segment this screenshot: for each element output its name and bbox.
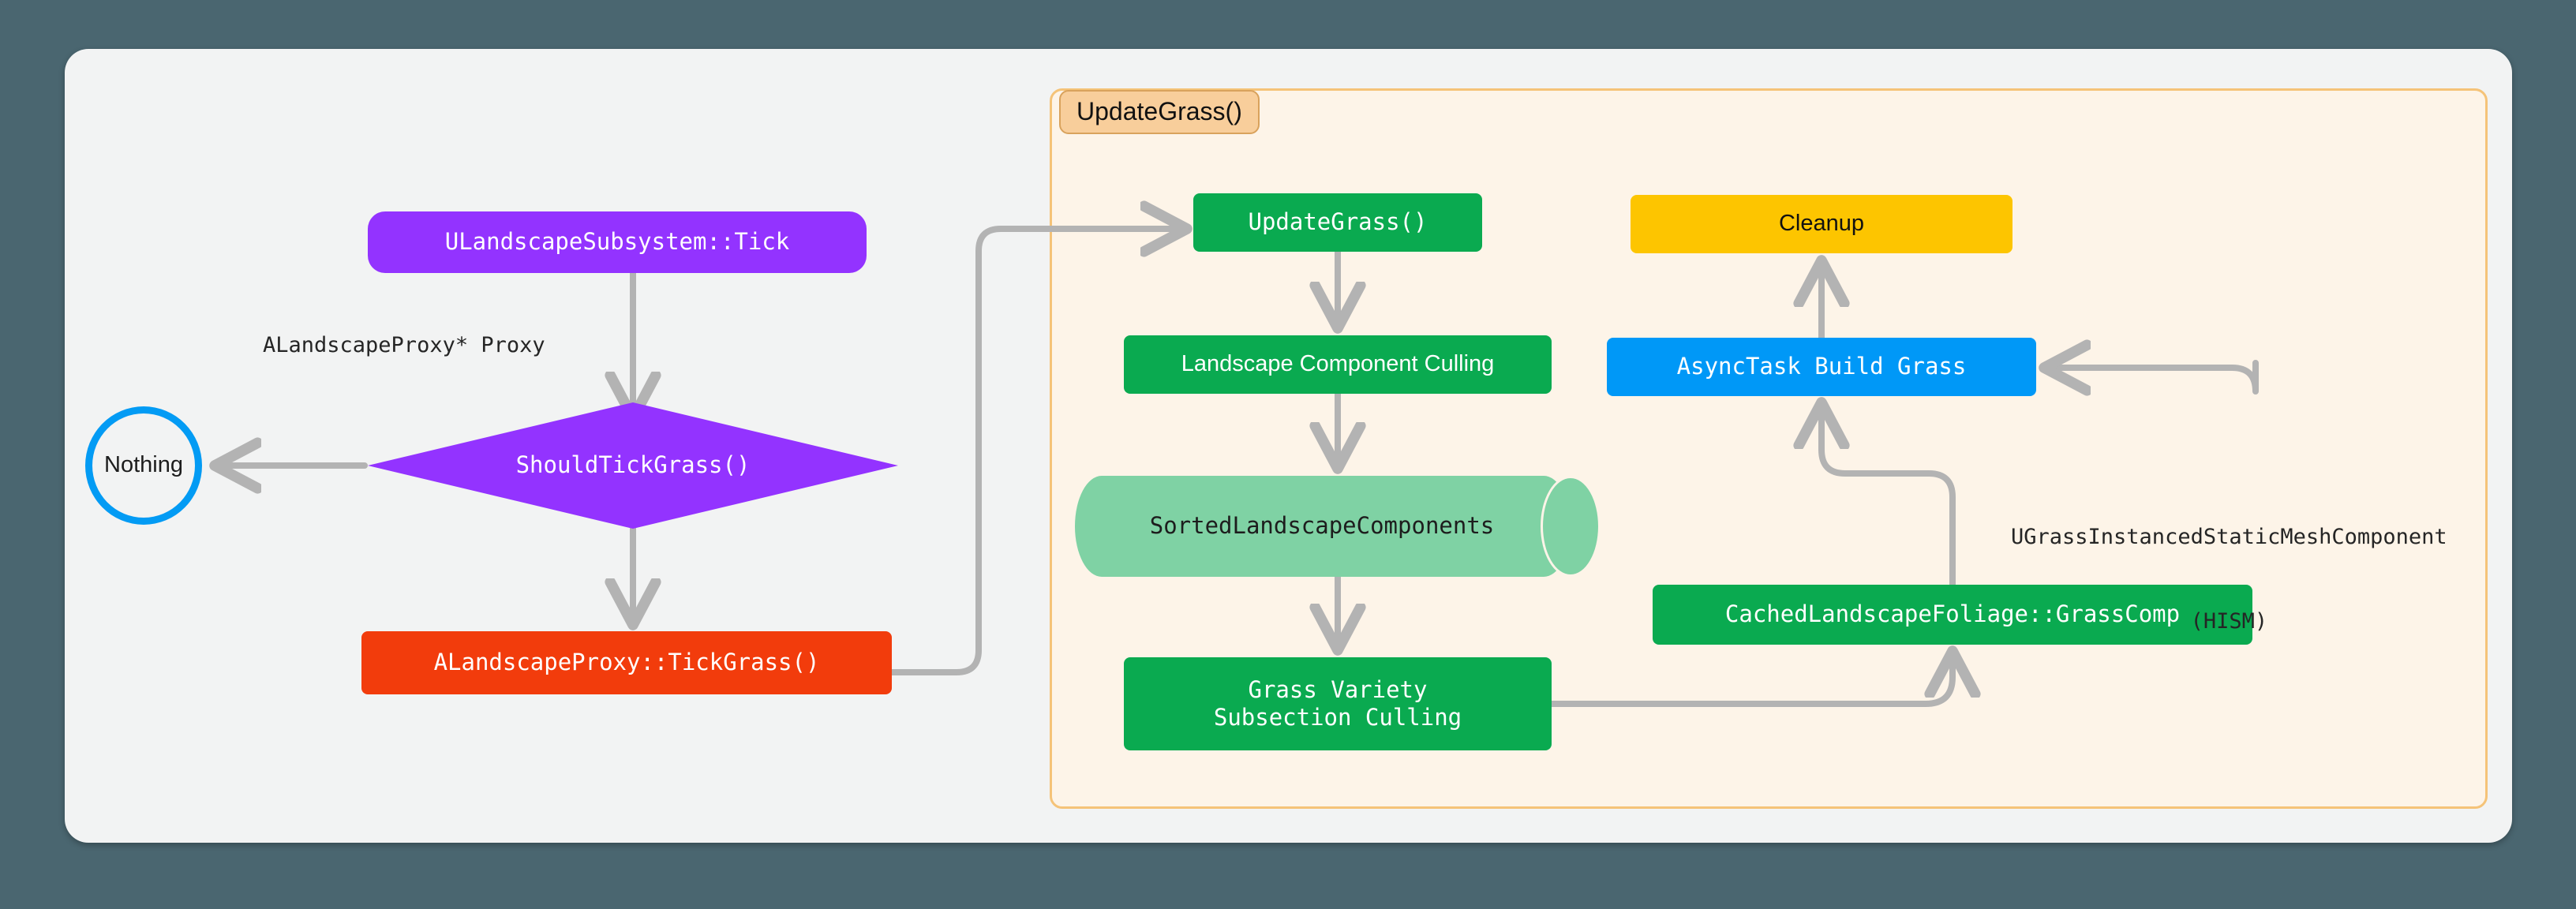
edge-grassvariety-to-cachedfoliage: [1548, 657, 1953, 707]
node-label: ALandscapeProxy::TickGrass(): [433, 649, 820, 676]
node-shouldtickgrass[interactable]: ShouldTickGrass(): [368, 402, 898, 529]
node-cleanup[interactable]: Cleanup: [1631, 195, 2012, 253]
edge-hism-to-asynctask: [2050, 363, 2259, 391]
node-label-line1: Grass Variety: [1248, 675, 1428, 703]
edge-label-proxy: ALandscapeProxy* Proxy: [263, 333, 545, 357]
node-label: Cleanup: [1778, 211, 1865, 237]
node-ulandscapesubsystem-tick[interactable]: ULandscapeSubsystem::Tick: [368, 211, 867, 273]
node-landscape-component-culling[interactable]: Landscape Component Culling: [1124, 335, 1552, 394]
node-label-line2: Subsection Culling: [1213, 704, 1462, 731]
node-label: AsyncTask Build Grass: [1676, 353, 1967, 380]
edge-cachedfoliage-to-asynctask: [1822, 409, 1956, 588]
edge-label-hism-line2: (HISM): [2190, 609, 2268, 634]
diagram-canvas: UpdateGrass() ULandscapeSubsystem::Tick …: [0, 0, 2576, 909]
cylinder-cap: [1541, 476, 1601, 577]
node-label: ULandscapeSubsystem::Tick: [444, 228, 790, 256]
node-label: Landscape Component Culling: [1181, 351, 1495, 377]
node-label: UpdateGrass(): [1248, 208, 1428, 236]
edge-tickgrass-to-updategrass: [889, 229, 1181, 675]
node-asynctask-build-grass[interactable]: AsyncTask Build Grass: [1607, 338, 2036, 396]
node-updategrass[interactable]: UpdateGrass(): [1193, 193, 1482, 252]
node-label: SortedLandscapeComponents: [1149, 512, 1495, 540]
node-label: ShouldTickGrass(): [515, 451, 751, 479]
node-grass-variety-subsection-culling[interactable]: Grass Variety Subsection Culling: [1124, 657, 1552, 750]
node-alandscapeproxy-tickgrass[interactable]: ALandscapeProxy::TickGrass(): [361, 631, 892, 694]
node-sortedlandscapecomponents[interactable]: SortedLandscapeComponents: [1075, 476, 1601, 577]
node-nothing[interactable]: Nothing: [85, 406, 202, 525]
edge-label-hism: UGrassInstancedStaticMeshComponent (HISM…: [2011, 467, 2447, 692]
edge-label-hism-line1: UGrassInstancedStaticMeshComponent: [2011, 525, 2447, 550]
node-label-block: Grass Variety Subsection Culling: [1214, 676, 1462, 732]
node-label: Nothing: [104, 452, 183, 478]
updategrass-subgraph-label: UpdateGrass(): [1059, 90, 1260, 134]
